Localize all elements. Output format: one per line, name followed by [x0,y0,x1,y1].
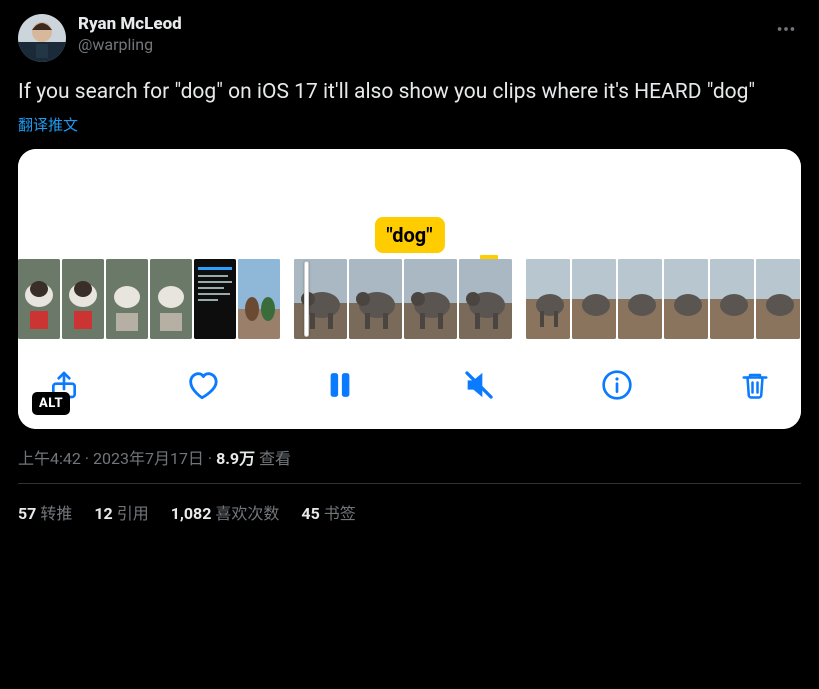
thumb [756,259,800,339]
thumb [18,259,60,339]
pause-icon[interactable] [322,367,358,403]
thumb [194,259,236,339]
tweet-text: If you search for "dog" on iOS 17 it'll … [18,78,801,106]
video-scrubber[interactable] [18,259,801,349]
thumb [349,259,402,339]
clip-group-3 [526,259,800,339]
thumb [526,259,570,339]
tweet-header: Ryan McLeod @warpling [18,14,801,62]
thumb [572,259,616,339]
tweet-time[interactable]: 上午4:42 [18,449,81,468]
author-handle[interactable]: @warpling [78,35,771,55]
clip-group-1 [18,259,280,339]
likes-count[interactable]: 1,082喜欢次数 [171,500,280,524]
views-count: 8.9万 [216,449,255,468]
media-toolbar [18,349,801,429]
bookmarks-count[interactable]: 45书签 [301,500,355,524]
author-names: Ryan McLeod @warpling [78,14,771,55]
views-label: 查看 [259,449,291,468]
thumb [404,259,457,339]
tweet-container: Ryan McLeod @warpling If you search for … [0,0,819,524]
media-card[interactable]: "dog" [18,149,801,429]
thumb [106,259,148,339]
author-display-name[interactable]: Ryan McLeod [78,14,771,35]
playhead[interactable] [304,261,309,337]
tweet-date[interactable]: 2023年7月17日 [93,449,204,468]
translate-link[interactable]: 翻译推文 [18,114,78,135]
thumb [62,259,104,339]
trash-icon[interactable] [737,367,773,403]
search-tag: "dog" [374,217,444,253]
thumb [710,259,754,339]
info-icon[interactable] [599,367,635,403]
thumb [664,259,708,339]
mute-icon[interactable] [461,367,497,403]
thumb [238,259,280,339]
clip-group-2 [294,259,512,339]
alt-badge[interactable]: ALT [32,392,70,415]
avatar[interactable] [18,14,66,62]
thumb [459,259,512,339]
thumb [150,259,192,339]
thumb [294,259,347,339]
thumb [618,259,662,339]
media-top: "dog" [18,149,801,259]
more-icon[interactable] [771,14,801,48]
tweet-meta: 上午4:42 2023年7月17日 8.9万 查看 [18,445,801,469]
retweets-count[interactable]: 57转推 [18,500,72,524]
heart-icon[interactable] [184,367,220,403]
quotes-count[interactable]: 12引用 [94,500,148,524]
engagement-counts: 57转推 12引用 1,082喜欢次数 45书签 [18,484,801,524]
